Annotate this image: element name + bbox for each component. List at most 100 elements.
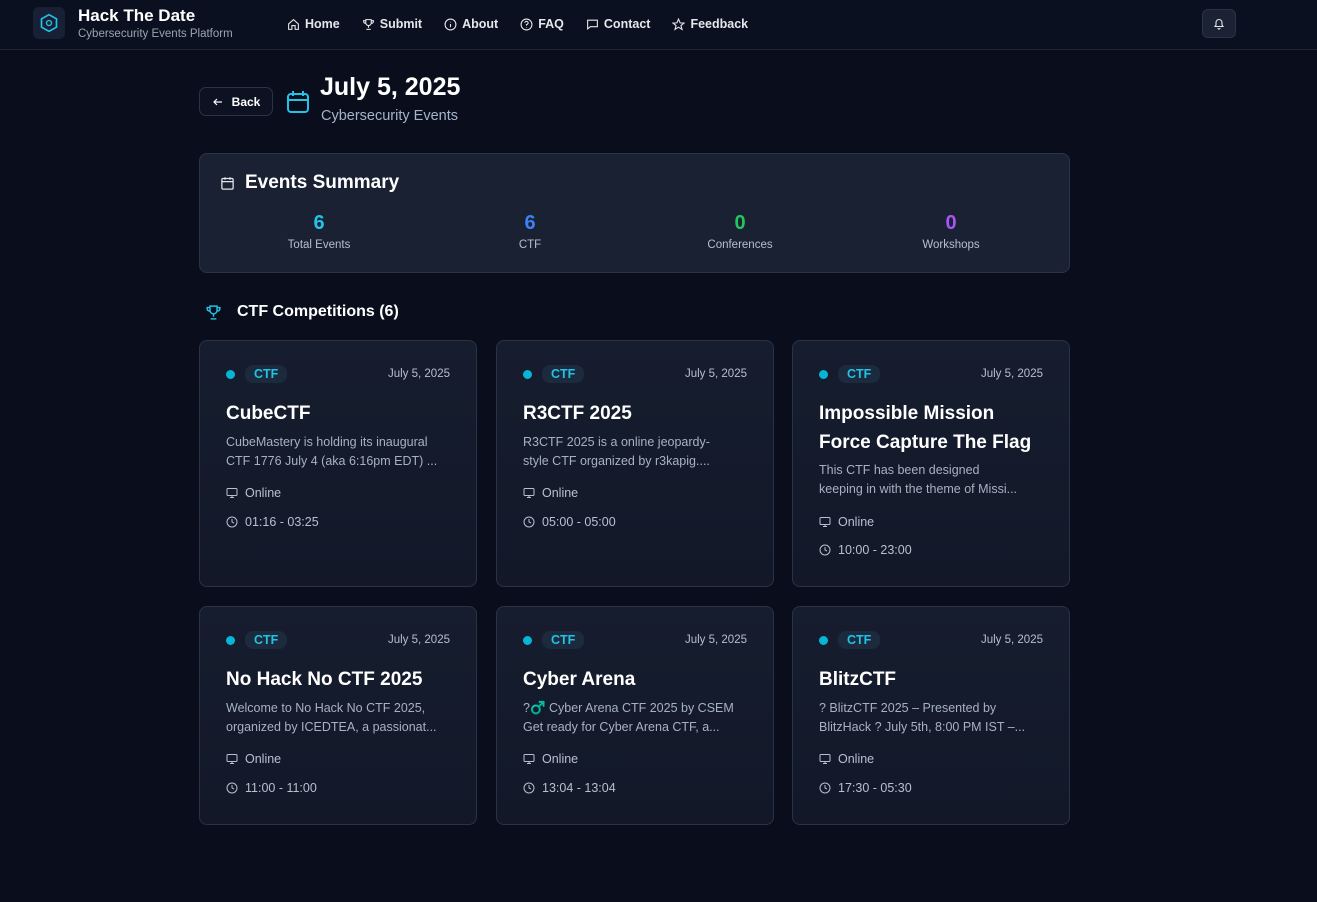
card-location: Online — [523, 486, 578, 500]
hexagon-logo-icon — [40, 13, 58, 33]
top-navbar: Hack The Date Cybersecurity Events Platf… — [0, 0, 1317, 50]
type-dot — [819, 635, 828, 645]
summary-title: Events Summary — [245, 172, 400, 193]
section-title: CTF Competitions (6) — [237, 303, 399, 320]
card-date: July 5, 2025 — [980, 634, 1043, 646]
card-time: 17:30 - 05:30 — [819, 781, 912, 795]
card-time: 13:04 - 13:04 — [523, 781, 616, 795]
nav-feedback[interactable]: Feedback — [672, 15, 748, 33]
logo[interactable] — [33, 7, 65, 39]
bell-icon — [1213, 18, 1225, 30]
nav-contact[interactable]: Contact — [586, 15, 651, 33]
time-text: 10:00 - 23:00 — [838, 543, 912, 557]
type-dot — [523, 369, 532, 379]
card-title: CubeCTF — [226, 399, 456, 428]
event-card-impossible-mission[interactable]: CTF July 5, 2025 Impossible Mission Forc… — [792, 340, 1070, 587]
stat-value: 6 — [524, 212, 536, 234]
nav-home-label: Home — [305, 17, 340, 31]
info-icon — [444, 18, 457, 30]
monitor-icon — [819, 754, 831, 764]
clock-icon — [226, 782, 238, 794]
help-circle-icon — [520, 18, 533, 30]
brand-subtitle: Cybersecurity Events Platform — [78, 28, 233, 40]
stat-label: CTF — [518, 239, 542, 251]
desc-line: ?♂️ Cyber Arena CTF 2025 by CSEM — [523, 701, 734, 715]
nav-about[interactable]: About — [444, 15, 498, 33]
nav-faq-label: FAQ — [538, 17, 564, 31]
event-card-r3ctf[interactable]: CTF July 5, 2025 R3CTF 2025 R3CTF 2025 i… — [496, 340, 774, 587]
nav-home[interactable]: Home — [287, 15, 340, 33]
card-location: Online — [226, 752, 281, 766]
clock-icon — [819, 544, 831, 556]
card-date: July 5, 2025 — [387, 368, 450, 380]
back-button-label: Back — [231, 94, 261, 109]
location-text: Online — [838, 752, 875, 766]
notifications-button[interactable] — [1202, 9, 1236, 38]
nav-feedback-label: Feedback — [690, 17, 749, 31]
desc-line: Get ready for Cyber Arena CTF, a... — [523, 720, 720, 734]
title-line: R3CTF 2025 — [523, 403, 632, 424]
stat-workshops: 0 Workshops — [871, 212, 1031, 251]
card-location: Online — [819, 752, 874, 766]
nav-submit[interactable]: Submit — [362, 15, 422, 33]
card-title: Impossible Mission Force Capture The Fla… — [819, 399, 1049, 457]
nav-submit-label: Submit — [379, 17, 423, 31]
desc-line: ? BlitzCTF 2025 – Presented by — [819, 701, 997, 715]
card-location: Online — [819, 515, 874, 529]
clock-icon — [523, 516, 535, 528]
title-line: Force Capture The Flag — [819, 432, 1032, 453]
home-icon — [288, 18, 299, 30]
card-time: 01:16 - 03:25 — [226, 515, 319, 529]
title-line: Impossible Mission — [819, 403, 995, 424]
desc-line: style CTF organized by r3kapig.... — [523, 454, 710, 468]
type-dot — [226, 369, 235, 379]
event-card-cyber-arena[interactable]: CTF July 5, 2025 Cyber Arena ?♂️ Cyber A… — [496, 606, 774, 825]
desc-line: This CTF has been designed — [819, 463, 980, 477]
card-title: Cyber Arena — [523, 665, 753, 694]
nav-faq[interactable]: FAQ — [520, 15, 564, 33]
star-icon — [672, 17, 686, 31]
location-text: Online — [245, 752, 282, 766]
nav-contact-label: Contact — [603, 17, 651, 31]
card-description: ?♂️ Cyber Arena CTF 2025 by CSEM Get rea… — [523, 699, 755, 737]
desc-line: BlitzHack ? July 5th, 8:00 PM IST –... — [819, 720, 1026, 734]
title-line: Cyber Arena — [523, 669, 636, 690]
event-card-blitzctf[interactable]: CTF July 5, 2025 BlitzCTF ? BlitzCTF 202… — [792, 606, 1070, 825]
ctf-badge: CTF — [542, 631, 585, 649]
event-card-cubectf[interactable]: CTF July 5, 2025 CubeCTF CubeMastery is … — [199, 340, 477, 587]
brand-title[interactable]: Hack The Date — [78, 6, 195, 26]
desc-line: CTF 1776 July 4 (aka 6:16pm EDT) ... — [226, 454, 438, 468]
back-button[interactable]: Back — [199, 87, 273, 116]
stat-label: Conferences — [707, 239, 773, 251]
ctf-badge: CTF — [245, 631, 288, 649]
calendar-icon — [287, 91, 309, 113]
stat-label: Total Events — [287, 239, 351, 251]
monitor-icon — [819, 517, 831, 527]
ctf-badge: CTF — [838, 365, 881, 383]
summary-header: Events Summary — [220, 172, 399, 194]
location-text: Online — [542, 486, 579, 500]
calendar-small-icon — [221, 176, 234, 190]
stat-label: Workshops — [922, 239, 980, 251]
stat-value: 6 — [313, 212, 325, 234]
desc-line: keeping in with the theme of Missi... — [819, 482, 1018, 496]
monitor-icon — [226, 754, 238, 764]
page-title: July 5, 2025 — [320, 73, 461, 101]
desc-line: organized by ICEDTEA, a passionat... — [226, 720, 437, 734]
card-location: Online — [226, 486, 281, 500]
ctf-badge: CTF — [838, 631, 881, 649]
monitor-icon — [523, 754, 535, 764]
title-line: No Hack No CTF 2025 — [226, 669, 423, 690]
card-type: CTF — [819, 631, 881, 649]
type-dot — [226, 635, 235, 645]
card-date: July 5, 2025 — [684, 634, 747, 646]
card-title: R3CTF 2025 — [523, 399, 753, 428]
card-description: This CTF has been designed keeping in wi… — [819, 461, 1051, 499]
location-text: Online — [245, 486, 282, 500]
events-summary-panel: Events Summary 6 Total Events 6 CTF 0 Co… — [199, 153, 1070, 273]
card-location: Online — [523, 752, 578, 766]
event-card-no-hack-no-ctf[interactable]: CTF July 5, 2025 No Hack No CTF 2025 Wel… — [199, 606, 477, 825]
card-type: CTF — [523, 365, 585, 383]
stat-value: 0 — [734, 212, 746, 234]
card-description: ? BlitzCTF 2025 – Presented by BlitzHack… — [819, 699, 1051, 737]
